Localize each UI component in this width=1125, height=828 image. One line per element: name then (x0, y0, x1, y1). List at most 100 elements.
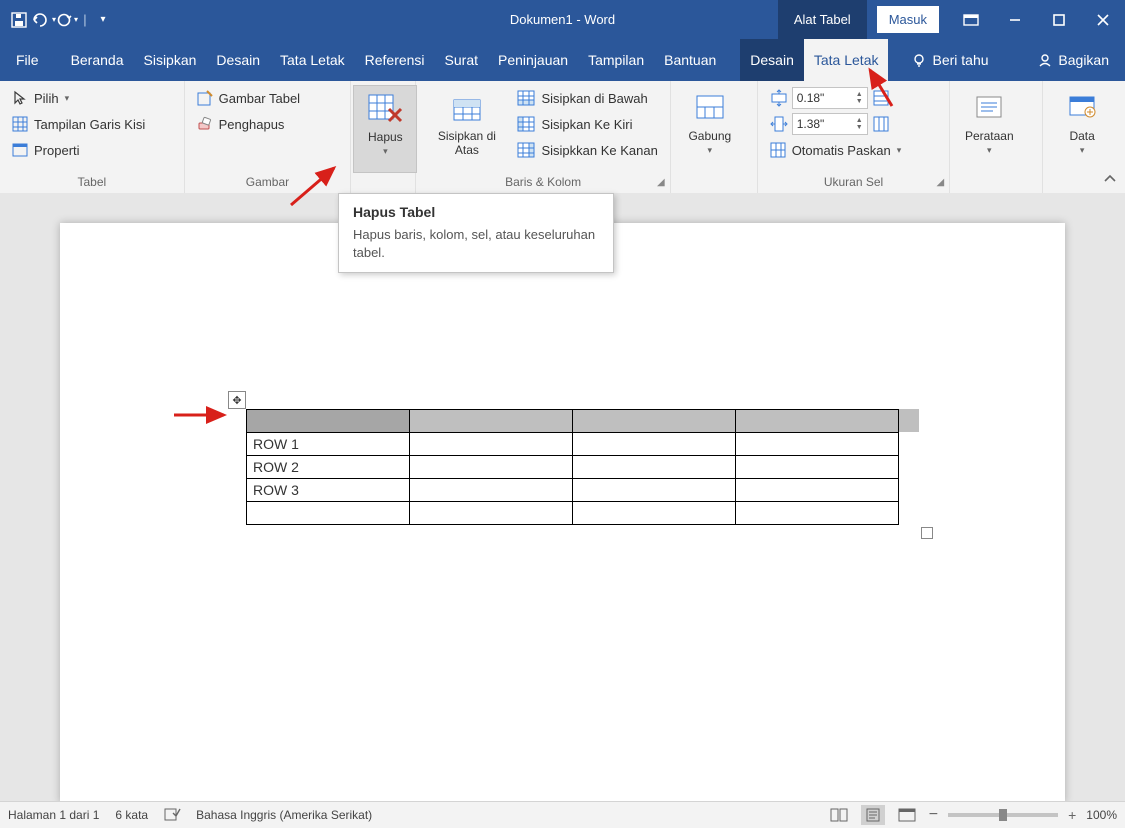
insert-above-icon (450, 87, 484, 127)
tab-tata-letak[interactable]: Tata Letak (270, 39, 355, 81)
maximize-button[interactable] (1037, 0, 1081, 39)
qat-separator: | (80, 12, 90, 27)
penghapus-button[interactable]: Penghapus (197, 113, 300, 135)
close-button[interactable] (1081, 0, 1125, 39)
qat-customize-icon[interactable]: ▾ (92, 9, 114, 31)
table-resize-handle[interactable] (921, 527, 933, 539)
minimize-button[interactable] (993, 0, 1037, 39)
sisipkan-di-atas-button[interactable]: Sisipkan di Atas (424, 85, 509, 173)
table-row[interactable]: ROW 1 (247, 433, 899, 456)
alignment-icon (973, 87, 1005, 127)
hapus-button[interactable]: Hapus▾ (353, 85, 417, 173)
sisipkan-ke-kiri-button[interactable]: Sisipkan Ke Kiri (517, 113, 657, 135)
tab-surat[interactable]: Surat (435, 39, 488, 81)
tell-me[interactable]: Beri tahu (902, 39, 998, 81)
gambar-tabel-button[interactable]: Gambar Tabel (197, 87, 300, 109)
dialog-launcher-ukuran[interactable]: ◢ (933, 175, 947, 189)
tampilan-garis-kisi-button[interactable]: Tampilan Garis Kisi (12, 113, 145, 135)
zoom-level[interactable]: 100% (1086, 808, 1117, 822)
group-gabung: Gabung▾ (671, 81, 758, 193)
titlebar-right: Alat Tabel Masuk (778, 0, 1125, 39)
perataan-button[interactable]: Perataan▾ (958, 85, 1020, 173)
status-language[interactable]: Bahasa Inggris (Amerika Serikat) (196, 808, 372, 822)
col-width-input[interactable]: 1.38"▲▼ (792, 113, 868, 135)
draw-table-icon (197, 90, 213, 106)
status-page[interactable]: Halaman 1 dari 1 (8, 808, 99, 822)
group-label-perataan-spacer (958, 173, 1034, 193)
titlebar: ▾ ▾ | ▾ Dokumen1 - Word Alat Tabel Masuk (0, 0, 1125, 39)
group-hapus: Hapus▾ (351, 81, 416, 193)
tab-bantuan[interactable]: Bantuan (654, 39, 726, 81)
tooltip-hapus-tabel: Hapus Tabel Hapus baris, kolom, sel, ata… (338, 193, 614, 273)
zoom-in-button[interactable]: + (1068, 807, 1076, 823)
group-label-gabung-spacer (679, 173, 749, 193)
view-web-layout[interactable] (895, 805, 919, 825)
pilih-button[interactable]: Pilih▾ (12, 87, 145, 109)
row-height-icon (770, 89, 788, 107)
page: ✥ ROW 1 ROW 2 ROW 3 (60, 223, 1065, 802)
table-row[interactable]: ROW 3 (247, 479, 899, 502)
properti-button[interactable]: Properti (12, 139, 145, 161)
quick-access-toolbar: ▾ ▾ | ▾ (0, 9, 114, 31)
status-word-count[interactable]: 6 kata (115, 808, 148, 822)
tab-referensi[interactable]: Referensi (355, 39, 435, 81)
user-table[interactable]: ROW 1 ROW 2 ROW 3 (246, 409, 899, 525)
ribbon-display-options-icon[interactable] (949, 0, 993, 39)
zoom-slider[interactable] (948, 813, 1058, 817)
table-row[interactable]: ROW 2 (247, 456, 899, 479)
gabung-button[interactable]: Gabung▾ (679, 85, 741, 173)
tab-peninjauan[interactable]: Peninjauan (488, 39, 578, 81)
person-icon (1038, 53, 1052, 67)
ribbon: Pilih▾ Tampilan Garis Kisi Properti Tabe… (0, 81, 1125, 194)
share-button[interactable]: Bagikan (1028, 39, 1119, 81)
group-baris-kolom: Sisipkan di Atas Sisipkan di Bawah Sisip… (416, 81, 671, 193)
signin-button[interactable]: Masuk (877, 6, 939, 33)
tab-sisipkan[interactable]: Sisipkan (134, 39, 207, 81)
tab-file[interactable]: File (6, 39, 49, 81)
row-height-input[interactable]: 0.18"▲▼ (792, 87, 868, 109)
annotation-arrow-1 (286, 160, 346, 210)
tab-beranda[interactable]: Beranda (61, 39, 134, 81)
data-button[interactable]: Data▾ (1051, 85, 1113, 173)
collapse-ribbon-icon[interactable] (1103, 172, 1117, 189)
data-icon (1067, 87, 1097, 127)
table-row-header[interactable] (247, 410, 899, 433)
tab-desain[interactable]: Desain (206, 39, 270, 81)
cursor-icon (12, 90, 28, 106)
annotation-arrow-2 (862, 64, 902, 110)
window-title: Dokumen1 - Word (510, 12, 615, 27)
group-label-tabel: Tabel (8, 173, 176, 193)
sisipkan-di-bawah-button[interactable]: Sisipkan di Bawah (517, 87, 657, 109)
sisipkan-ke-kanan-button[interactable]: Sisipkkan Ke Kanan (517, 139, 657, 161)
group-label-hapus-spacer (353, 173, 413, 193)
table-row[interactable] (247, 502, 899, 525)
col-width-icon (770, 115, 788, 133)
view-read-mode[interactable] (827, 805, 851, 825)
group-perataan: Perataan▾ (950, 81, 1043, 193)
ribbon-tabs: File Beranda Sisipkan Desain Tata Letak … (0, 39, 1125, 81)
annotation-arrow-3 (172, 406, 232, 424)
undo-icon[interactable]: ▾ (32, 9, 54, 31)
lightbulb-icon (912, 53, 926, 67)
save-icon[interactable] (8, 9, 30, 31)
proofing-icon[interactable] (164, 807, 180, 824)
autofit-button[interactable]: Otomatis Paskan▾ (770, 139, 902, 161)
eraser-icon (197, 116, 213, 132)
status-bar: Halaman 1 dari 1 6 kata Bahasa Inggris (… (0, 801, 1125, 828)
document-area: ✥ ROW 1 ROW 2 ROW 3 (0, 193, 1125, 802)
redo-icon[interactable]: ▾ (56, 9, 78, 31)
tab-tampilan[interactable]: Tampilan (578, 39, 654, 81)
group-ukuran-sel: 0.18"▲▼ 1.38"▲▼ Otomatis Paskan▾ Ukuran … (758, 81, 951, 193)
hapus-icon (367, 88, 403, 128)
group-tabel: Pilih▾ Tampilan Garis Kisi Properti Tabe… (0, 81, 185, 193)
distribute-cols-icon[interactable] (872, 115, 890, 133)
zoom-out-button[interactable]: − (929, 806, 938, 824)
tooltip-title: Hapus Tabel (353, 204, 599, 220)
tab-table-desain[interactable]: Desain (740, 39, 804, 81)
group-label-baris-kolom: Baris & Kolom (424, 173, 662, 193)
dialog-launcher-baris-kolom[interactable]: ◢ (654, 175, 668, 189)
autofit-icon (770, 142, 786, 158)
properties-icon (12, 142, 28, 158)
view-print-layout[interactable] (861, 805, 885, 825)
group-label-ukuran-sel: Ukuran Sel (766, 173, 942, 193)
